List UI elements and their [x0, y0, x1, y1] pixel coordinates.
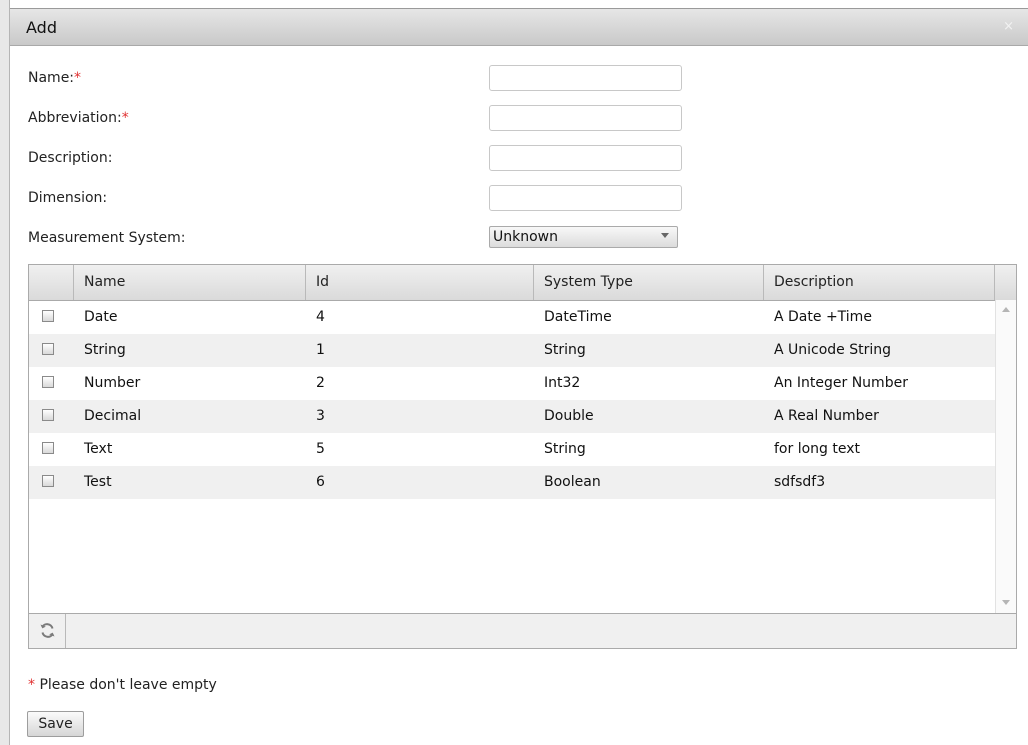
table-row[interactable]: Number 2 Int32 An Integer Number	[29, 367, 995, 400]
required-note-text: Please don't leave empty	[35, 677, 217, 693]
scroll-down-icon[interactable]	[1002, 600, 1010, 605]
cell-id: 6	[316, 474, 325, 490]
header-id-label: Id	[316, 274, 330, 290]
refresh-button[interactable]	[29, 614, 66, 648]
cell-description: for long text	[774, 441, 860, 457]
row-checkbox[interactable]	[42, 409, 54, 421]
name-label: Name:*	[28, 70, 82, 86]
grid-vertical-scrollbar[interactable]	[995, 300, 1016, 613]
cell-name: Date	[84, 309, 118, 325]
cell-system-type: String	[544, 342, 586, 358]
abbreviation-label: Abbreviation:*	[28, 110, 129, 126]
dialog-title: Add	[26, 18, 57, 37]
cell-system-type: DateTime	[544, 309, 612, 325]
header-scroll-spacer	[995, 265, 1016, 300]
cell-id: 5	[316, 441, 325, 457]
close-icon[interactable]: ×	[1003, 19, 1014, 34]
header-description[interactable]: Description	[764, 265, 995, 300]
row-checkbox[interactable]	[42, 376, 54, 388]
required-note: * Please don't leave empty	[28, 677, 217, 693]
save-button[interactable]: Save	[27, 711, 84, 737]
cell-id: 1	[316, 342, 325, 358]
table-row[interactable]: String 1 String A Unicode String	[29, 334, 995, 367]
header-select-column[interactable]	[29, 265, 74, 300]
cell-name: Test	[84, 474, 112, 490]
header-id[interactable]: Id	[306, 265, 534, 300]
scroll-up-icon[interactable]	[1002, 307, 1010, 312]
required-mark: *	[74, 70, 82, 86]
required-mark: *	[28, 677, 35, 693]
cell-id: 4	[316, 309, 325, 325]
cell-description: A Real Number	[774, 408, 879, 424]
cell-name: Number	[84, 375, 141, 391]
cell-name: Decimal	[84, 408, 142, 424]
row-checkbox[interactable]	[42, 310, 54, 322]
cell-id: 2	[316, 375, 325, 391]
row-checkbox[interactable]	[42, 475, 54, 487]
chevron-down-icon	[661, 233, 669, 238]
cell-system-type: Double	[544, 408, 594, 424]
measurement-system-label: Measurement System:	[28, 230, 186, 246]
cell-description: An Integer Number	[774, 375, 908, 391]
header-system-type[interactable]: System Type	[534, 265, 764, 300]
header-system-type-label: System Type	[544, 274, 633, 290]
table-row[interactable]: Text 5 String for long text	[29, 433, 995, 466]
cell-description: A Date +Time	[774, 309, 872, 325]
refresh-icon	[40, 623, 55, 638]
table-row[interactable]: Decimal 3 Double A Real Number	[29, 400, 995, 433]
description-input[interactable]	[489, 145, 682, 171]
window-left-edge	[0, 0, 10, 745]
measurement-system-select[interactable]: Unknown	[489, 226, 678, 248]
measurement-system-value: Unknown	[493, 229, 558, 245]
dimension-label: Dimension:	[28, 190, 108, 206]
header-name-label: Name	[84, 274, 126, 290]
description-label: Description:	[28, 150, 113, 166]
cell-system-type: Boolean	[544, 474, 601, 490]
cell-id: 3	[316, 408, 325, 424]
types-grid: Name Id System Type Description Date 4 D…	[28, 264, 1017, 649]
grid-header: Name Id System Type Description	[29, 265, 1016, 301]
required-mark: *	[121, 110, 129, 126]
abbreviation-input[interactable]	[489, 105, 682, 131]
dialog-titlebar[interactable]: Add ×	[10, 8, 1028, 46]
cell-system-type: Int32	[544, 375, 581, 391]
header-description-label: Description	[774, 274, 854, 290]
header-name[interactable]: Name	[74, 265, 306, 300]
cell-description: sdfsdf3	[774, 474, 826, 490]
row-checkbox[interactable]	[42, 442, 54, 454]
row-checkbox[interactable]	[42, 343, 54, 355]
cell-name: String	[84, 342, 126, 358]
cell-description: A Unicode String	[774, 342, 892, 358]
name-input[interactable]	[489, 65, 682, 91]
cell-name: Text	[84, 441, 113, 457]
dimension-input[interactable]	[489, 185, 682, 211]
table-row[interactable]: Date 4 DateTime A Date +Time	[29, 301, 995, 334]
cell-system-type: String	[544, 441, 586, 457]
grid-footer-toolbar	[29, 613, 1016, 648]
table-row[interactable]: Test 6 Boolean sdfsdf3	[29, 466, 995, 499]
